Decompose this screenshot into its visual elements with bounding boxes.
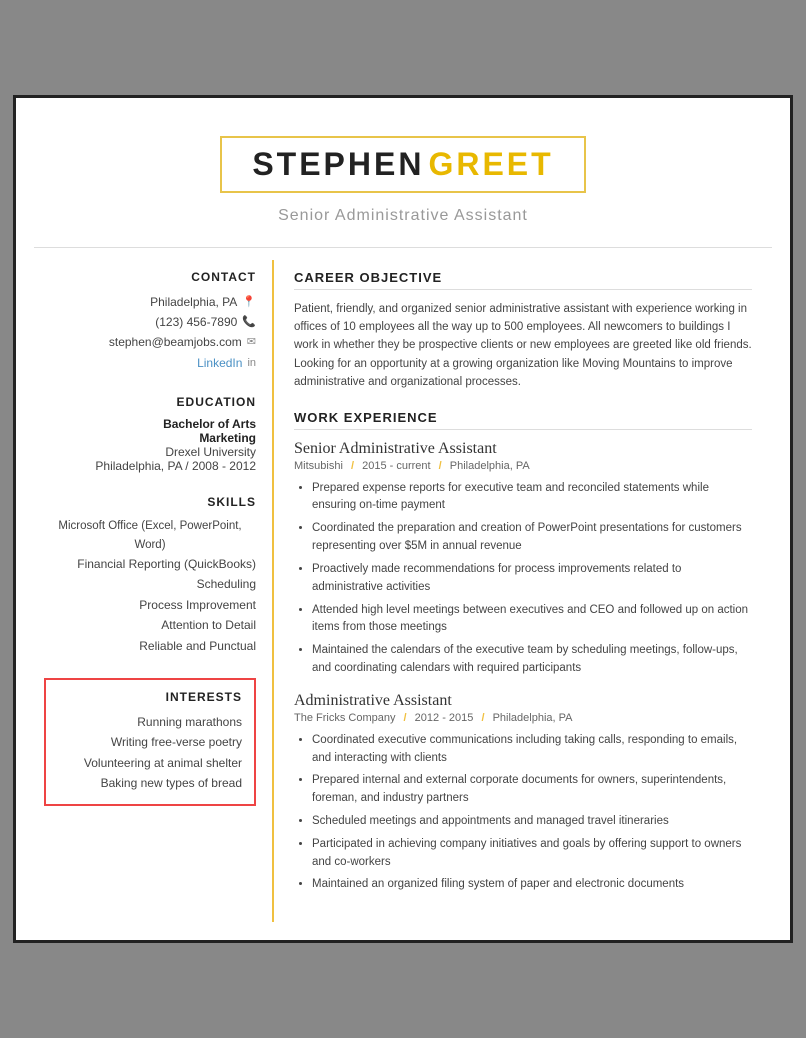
interests-title: INTERESTS (58, 690, 242, 704)
edu-years: 2008 - 2012 (192, 459, 256, 473)
contact-phone: (123) 456-7890 📞 (44, 312, 256, 332)
job-2-meta: The Fricks Company / 2012 - 2015 / Phila… (294, 712, 752, 724)
skill-2: Financial Reporting (QuickBooks) (44, 554, 256, 574)
interest-2: Writing free-verse poetry (58, 732, 242, 752)
skills-section: SKILLS Microsoft Office (Excel, PowerPoi… (44, 495, 256, 656)
education-section: EDUCATION Bachelor of Arts Marketing Dre… (44, 395, 256, 473)
body-layout: CONTACT Philadelphia, PA 📍 (123) 456-789… (34, 260, 772, 923)
job-1-location: Philadelphia, PA (450, 460, 530, 472)
contact-city: Philadelphia, PA 📍 (44, 292, 256, 312)
job-2-bullet-5: Maintained an organized filing system of… (312, 876, 752, 894)
contact-linkedin[interactable]: LinkedIn in (44, 353, 256, 373)
main-content: CAREER OBJECTIVE Patient, friendly, and … (274, 260, 772, 923)
skill-6: Reliable and Punctual (44, 636, 256, 656)
job-subtitle: Senior Administrative Assistant (34, 207, 772, 225)
email-text: stephen@beamjobs.com (109, 332, 242, 352)
skills-title: SKILLS (44, 495, 256, 509)
contact-email: stephen@beamjobs.com ✉ (44, 332, 256, 352)
job-2-years: 2012 - 2015 (415, 712, 474, 724)
skill-1: Microsoft Office (Excel, PowerPoint, Wor… (44, 517, 256, 554)
interest-1: Running marathons (58, 712, 242, 732)
resume-container: STEPHEN GREET Senior Administrative Assi… (13, 95, 793, 944)
sep2: / (439, 460, 442, 472)
career-objective-text: Patient, friendly, and organized senior … (294, 300, 752, 392)
city-text: Philadelphia, PA (150, 292, 237, 312)
linkedin-link[interactable]: LinkedIn (197, 353, 242, 373)
career-objective-title: CAREER OBJECTIVE (294, 270, 752, 290)
job-2-bullets: Coordinated executive communications inc… (294, 732, 752, 895)
job-1-bullet-3: Proactively made recommendations for pro… (312, 561, 752, 597)
edu-location: Philadelphia, PA (95, 459, 182, 473)
job-2-location: Philadelphia, PA (493, 712, 573, 724)
name-box: STEPHEN GREET (220, 136, 585, 193)
skill-4: Process Improvement (44, 595, 256, 615)
edu-university: Drexel University (44, 445, 256, 459)
sep1: / (351, 460, 354, 472)
sep4: / (481, 712, 484, 724)
job-2-title: Administrative Assistant (294, 692, 752, 710)
job-1-meta: Mitsubishi / 2015 - current / Philadelph… (294, 460, 752, 472)
interests-box: INTERESTS Running marathons Writing free… (44, 678, 256, 806)
sidebar: CONTACT Philadelphia, PA 📍 (123) 456-789… (34, 260, 274, 923)
job-1-bullet-5: Maintained the calendars of the executiv… (312, 642, 752, 678)
edu-degree: Bachelor of Arts (44, 417, 256, 431)
job-2-bullet-3: Scheduled meetings and appointments and … (312, 813, 752, 831)
edu-major: Marketing (44, 431, 256, 445)
first-name: STEPHEN (252, 146, 424, 182)
header-section: STEPHEN GREET Senior Administrative Assi… (34, 116, 772, 235)
job-2-company: The Fricks Company (294, 712, 395, 724)
job-1-title: Senior Administrative Assistant (294, 440, 752, 458)
skill-5: Attention to Detail (44, 615, 256, 635)
job-1-bullet-2: Coordinated the preparation and creation… (312, 520, 752, 556)
job-2-bullet-1: Coordinated executive communications inc… (312, 732, 752, 768)
edu-slash: / (185, 459, 192, 473)
education-title: EDUCATION (44, 395, 256, 409)
job-2-bullet-2: Prepared internal and external corporate… (312, 772, 752, 808)
linkedin-icon: in (247, 354, 256, 373)
job-1-bullets: Prepared expense reports for executive t… (294, 480, 752, 678)
career-objective-section: CAREER OBJECTIVE Patient, friendly, and … (294, 270, 752, 392)
last-name: GREET (428, 146, 553, 182)
interest-4: Baking new types of bread (58, 773, 242, 793)
job-2-bullet-4: Participated in achieving company initia… (312, 836, 752, 872)
job-2: Administrative Assistant The Fricks Comp… (294, 692, 752, 895)
phone-icon: 📞 (242, 313, 256, 332)
contact-title: CONTACT (44, 270, 256, 284)
job-1-years: 2015 - current (362, 460, 430, 472)
phone-text: (123) 456-7890 (155, 312, 237, 332)
interest-3: Volunteering at animal shelter (58, 753, 242, 773)
job-1-company: Mitsubishi (294, 460, 343, 472)
job-1-bullet-4: Attended high level meetings between exe… (312, 602, 752, 638)
location-icon: 📍 (242, 293, 256, 312)
job-1-bullet-1: Prepared expense reports for executive t… (312, 480, 752, 516)
contact-section: CONTACT Philadelphia, PA 📍 (123) 456-789… (44, 270, 256, 374)
skill-3: Scheduling (44, 574, 256, 594)
edu-location-years: Philadelphia, PA / 2008 - 2012 (44, 459, 256, 473)
email-icon: ✉ (247, 333, 256, 352)
work-experience-title: WORK EXPERIENCE (294, 410, 752, 430)
sep3: / (404, 712, 407, 724)
work-experience-section: WORK EXPERIENCE Senior Administrative As… (294, 410, 752, 895)
job-1: Senior Administrative Assistant Mitsubis… (294, 440, 752, 678)
header-divider (34, 247, 772, 248)
